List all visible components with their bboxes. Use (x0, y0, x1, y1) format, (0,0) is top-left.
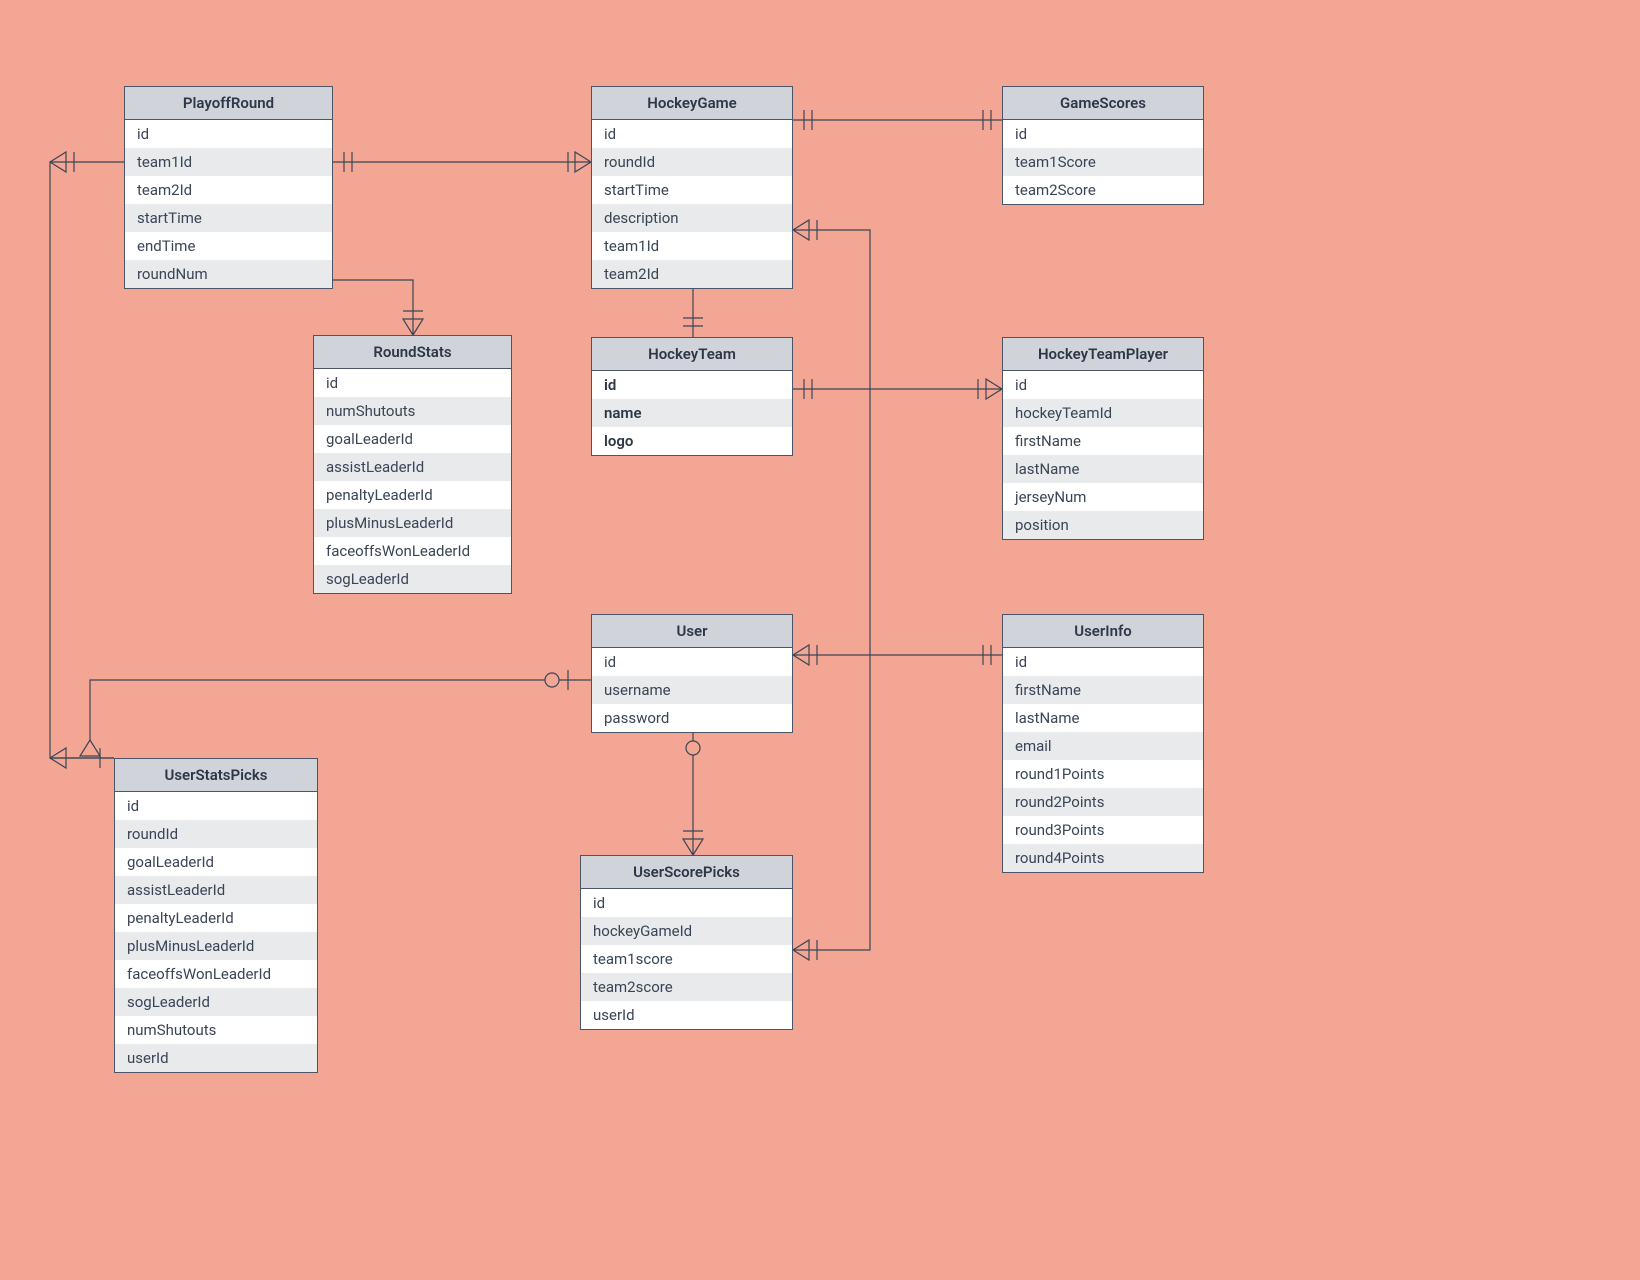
field: round1Points (1003, 760, 1203, 788)
field: team2Id (125, 176, 332, 204)
field: team2Id (592, 260, 792, 288)
field: id (592, 120, 792, 148)
entity-title: PlayoffRound (125, 87, 332, 120)
field: email (1003, 732, 1203, 760)
field: hockeyTeamId (1003, 399, 1203, 427)
entity-title: User (592, 615, 792, 648)
field: firstName (1003, 676, 1203, 704)
field: id (581, 889, 792, 917)
field: description (592, 204, 792, 232)
field: position (1003, 511, 1203, 539)
field: numShutouts (115, 1016, 317, 1044)
entity-gamescores: GameScores id team1Score team2Score (1002, 86, 1204, 205)
field: id (314, 369, 511, 397)
field: username (592, 676, 792, 704)
entity-userinfo: UserInfo id firstName lastName email rou… (1002, 614, 1204, 873)
field: id (592, 371, 792, 399)
field: id (1003, 648, 1203, 676)
field: endTime (125, 232, 332, 260)
entity-title: UserScorePicks (581, 856, 792, 889)
field: lastName (1003, 455, 1203, 483)
field: id (1003, 120, 1203, 148)
field: roundNum (125, 260, 332, 288)
field: id (115, 792, 317, 820)
field: id (1003, 371, 1203, 399)
entity-hockeyteam: HockeyTeam id name logo (591, 337, 793, 456)
entity-title: HockeyGame (592, 87, 792, 120)
er-diagram-canvas: PlayoffRound id team1Id team2Id startTim… (0, 0, 1640, 1280)
field: penaltyLeaderId (314, 481, 511, 509)
entity-hockeygame: HockeyGame id roundId startTime descript… (591, 86, 793, 289)
field: team2Score (1003, 176, 1203, 204)
entity-title: GameScores (1003, 87, 1203, 120)
entity-userscorepicks: UserScorePicks id hockeyGameId team1scor… (580, 855, 793, 1030)
field: faceoffsWonLeaderId (115, 960, 317, 988)
field: userId (115, 1044, 317, 1072)
entity-title: HockeyTeamPlayer (1003, 338, 1203, 371)
field: team1score (581, 945, 792, 973)
field: startTime (592, 176, 792, 204)
field: numShutouts (314, 397, 511, 425)
field: id (592, 648, 792, 676)
field: penaltyLeaderId (115, 904, 317, 932)
field: team1Id (592, 232, 792, 260)
field: round4Points (1003, 844, 1203, 872)
field: roundId (592, 148, 792, 176)
field: team1Id (125, 148, 332, 176)
field: startTime (125, 204, 332, 232)
field: round3Points (1003, 816, 1203, 844)
field: jerseyNum (1003, 483, 1203, 511)
field: goalLeaderId (115, 848, 317, 876)
field: userId (581, 1001, 792, 1029)
entity-userstatspicks: UserStatsPicks id roundId goalLeaderId a… (114, 758, 318, 1073)
field: logo (592, 427, 792, 455)
field: goalLeaderId (314, 425, 511, 453)
field: roundId (115, 820, 317, 848)
entity-title: UserInfo (1003, 615, 1203, 648)
field: faceoffsWonLeaderId (314, 537, 511, 565)
entity-user: User id username password (591, 614, 793, 733)
field: sogLeaderId (314, 565, 511, 593)
field: firstName (1003, 427, 1203, 455)
entity-roundstats: RoundStats id numShutouts goalLeaderId a… (313, 335, 512, 594)
entity-title: UserStatsPicks (115, 759, 317, 792)
field: id (125, 120, 332, 148)
field: lastName (1003, 704, 1203, 732)
field: assistLeaderId (314, 453, 511, 481)
field: password (592, 704, 792, 732)
field: team2score (581, 973, 792, 1001)
field: sogLeaderId (115, 988, 317, 1016)
field: round2Points (1003, 788, 1203, 816)
field: hockeyGameId (581, 917, 792, 945)
field: name (592, 399, 792, 427)
entity-hockeyteamplayer: HockeyTeamPlayer id hockeyTeamId firstNa… (1002, 337, 1204, 540)
entity-title: HockeyTeam (592, 338, 792, 371)
field: plusMinusLeaderId (314, 509, 511, 537)
field: team1Score (1003, 148, 1203, 176)
entity-playoffround: PlayoffRound id team1Id team2Id startTim… (124, 86, 333, 289)
entity-title: RoundStats (314, 336, 511, 369)
field: assistLeaderId (115, 876, 317, 904)
field: plusMinusLeaderId (115, 932, 317, 960)
